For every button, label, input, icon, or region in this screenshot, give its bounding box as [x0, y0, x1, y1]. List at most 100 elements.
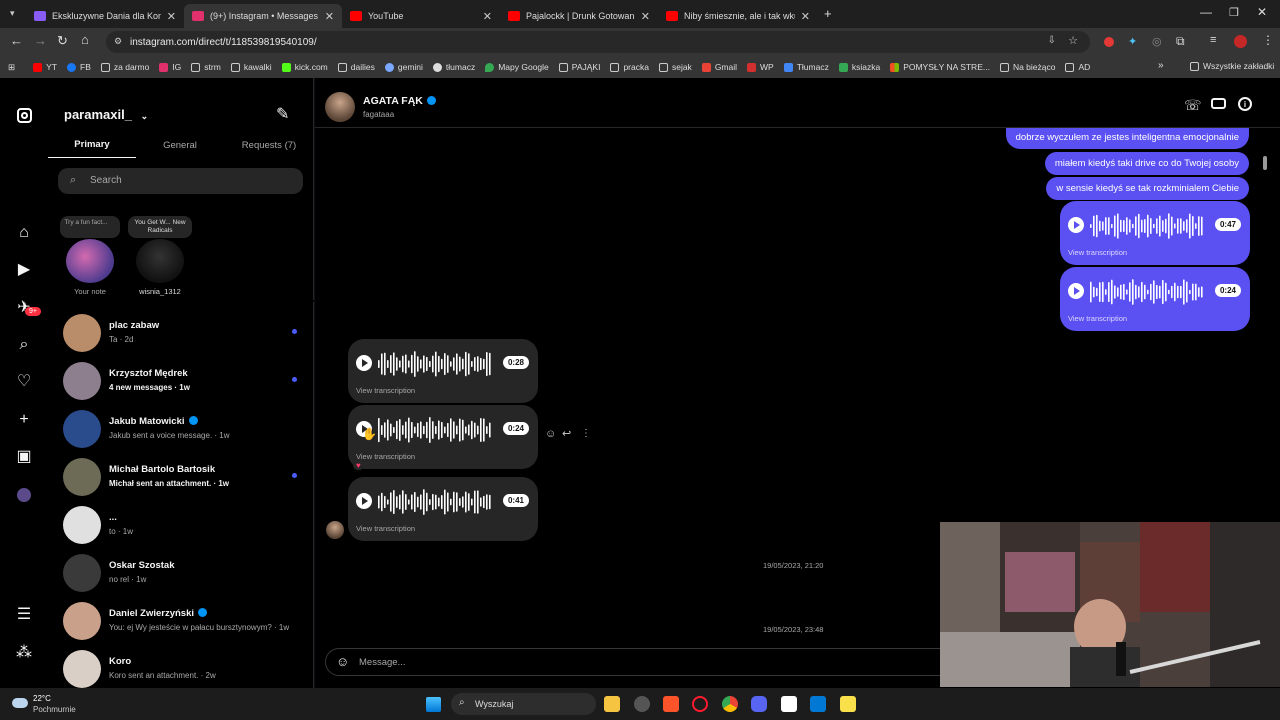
bookmark-item[interactable]: Na bieżąco [999, 62, 1055, 72]
instagram-logo-icon[interactable] [15, 107, 33, 125]
browser-tab-5[interactable]: Niby śmiesznie, ale i tak wkurza ✕ [658, 4, 818, 28]
extensions-puzzle-icon[interactable]: ⧉ [1176, 34, 1185, 49]
outgoing-message[interactable]: miałem kiedyś taki drive co do Twojej os… [1044, 152, 1249, 175]
weather-icon[interactable] [12, 698, 28, 708]
outgoing-message[interactable]: w sensie kiedyś se tak rozkminialem Cieb… [1046, 177, 1249, 200]
react-emoji-icon[interactable]: ☺ [545, 428, 556, 440]
taskbar-search[interactable]: ⌕ Wyszukaj [451, 693, 596, 715]
video-call-icon[interactable] [1211, 98, 1226, 109]
back-icon[interactable]: ← [10, 33, 23, 48]
close-tab-icon[interactable]: ✕ [641, 10, 650, 23]
address-bar[interactable]: ⚙ instagram.com/direct/t/118539819540109… [106, 31, 1090, 53]
notifications-heart-icon[interactable]: ♡ [15, 373, 33, 391]
message-input[interactable]: Message... [359, 657, 405, 668]
all-bookmarks[interactable]: Wszystkie zakładki [1190, 61, 1274, 71]
record-extension-icon[interactable] [1104, 37, 1114, 47]
conversation-item[interactable]: ... to · 1w [63, 506, 313, 550]
heart-reaction[interactable]: ♥ [353, 461, 364, 470]
extension-icon[interactable]: ◎ [1152, 35, 1162, 48]
browser-tab-1[interactable]: Ekskluzywne Dania dla Koneserów ✕ [26, 4, 184, 28]
site-info-icon[interactable]: ⚙ [114, 36, 122, 47]
create-icon[interactable]: + [15, 411, 33, 429]
home-icon[interactable]: ⌂ [15, 224, 33, 242]
bookmark-item[interactable]: kawalki [230, 62, 272, 72]
outgoing-voice-message[interactable]: 0:24 View transcription [1060, 267, 1250, 331]
bookmark-item[interactable]: IG [159, 62, 181, 72]
bookmark-item[interactable]: tłumacz [432, 62, 475, 72]
bookmark-item[interactable]: gemini [384, 62, 423, 72]
close-tab-icon[interactable]: ✕ [325, 10, 334, 23]
browser-tab-2[interactable]: (9+) Instagram • Messages ✕ [184, 4, 342, 28]
bookmark-item[interactable]: Tłumacz [783, 62, 829, 72]
sticky-notes-icon[interactable] [840, 696, 856, 712]
conversation-item[interactable]: plac zabaw Ta · 2d [63, 314, 313, 358]
more-menu-icon[interactable]: ☰ [15, 606, 33, 624]
friend-note[interactable]: You Get W... New Radicals wisnia_1312 [128, 216, 192, 298]
discord-icon[interactable] [751, 696, 767, 712]
view-transcription-link[interactable]: View transcription [356, 386, 415, 395]
view-transcription-link[interactable]: View transcription [1068, 248, 1127, 257]
browser-menu-icon[interactable]: ⋮ [1262, 33, 1274, 47]
sender-avatar[interactable] [326, 521, 344, 539]
brave-icon[interactable] [663, 696, 679, 712]
apps-icon[interactable]: ⊞ [8, 62, 15, 73]
reading-list-icon[interactable]: ≡ [1210, 34, 1216, 46]
more-options-icon[interactable]: ⋮ [581, 428, 591, 439]
search-input[interactable]: ⌕ Search [58, 168, 303, 194]
home-icon[interactable]: ⌂ [81, 32, 89, 47]
bookmark-item[interactable]: kick.com [281, 62, 328, 72]
dashboard-icon[interactable]: ▣ [15, 448, 33, 466]
bookmark-item[interactable]: AD [1065, 62, 1090, 72]
reload-icon[interactable]: ↻ [57, 33, 68, 49]
close-tab-icon[interactable]: ✕ [801, 10, 810, 23]
emoji-icon[interactable]: ☺ [336, 654, 349, 669]
bookmark-item[interactable]: YT [33, 62, 57, 72]
bookmark-item[interactable]: WP [747, 62, 774, 72]
tab-search-icon[interactable]: ▾ [10, 8, 15, 19]
conversation-item[interactable]: Oskar Szostak no rel · 1w [63, 554, 313, 598]
contact-avatar[interactable] [325, 92, 355, 122]
bookmark-item[interactable]: ksiazka [838, 62, 880, 72]
bookmark-item[interactable]: dailies [337, 62, 375, 72]
new-tab-icon[interactable]: + [824, 6, 832, 21]
bookmark-item[interactable]: FB [67, 62, 91, 72]
app-icon[interactable] [634, 696, 650, 712]
view-transcription-link[interactable]: View transcription [356, 452, 415, 461]
your-note[interactable]: Try a fun fact... Your note [60, 216, 122, 298]
incoming-voice-message[interactable]: 0:41 View transcription [348, 477, 538, 541]
opera-icon[interactable] [692, 696, 708, 712]
browser-tab-3[interactable]: YouTube ✕ [342, 4, 500, 28]
bookmark-item[interactable]: PAJĄKI [558, 62, 600, 72]
audio-call-icon[interactable]: ☏ [1184, 97, 1202, 114]
conversation-info-icon[interactable]: i [1238, 97, 1252, 111]
bookmark-item[interactable]: pracka [610, 62, 649, 72]
reply-icon[interactable]: ↩ [562, 427, 571, 440]
extension-icon[interactable]: ✦ [1128, 35, 1137, 48]
contact-name-row[interactable]: AGATA FĄK [363, 95, 436, 107]
maximize-icon[interactable]: ❐ [1229, 6, 1239, 19]
conversation-item[interactable]: Jakub Matowicki Jakub sent a voice messa… [63, 410, 313, 454]
close-tab-icon[interactable]: ✕ [483, 10, 492, 23]
vscode-icon[interactable] [810, 696, 826, 712]
minimize-icon[interactable]: — [1200, 5, 1212, 19]
conversation-item[interactable]: Krzysztof Mędrek 4 new messages · 1w [63, 362, 313, 406]
conversation-item[interactable]: Michał Bartolo Bartosik Michał sent an a… [63, 458, 313, 502]
close-tab-icon[interactable]: ✕ [167, 10, 176, 23]
file-explorer-icon[interactable] [604, 696, 620, 712]
browser-tab-4[interactable]: Pajalockk | Drunk Gotowanie z A ✕ [500, 4, 658, 28]
play-icon[interactable] [356, 493, 372, 509]
bookmark-item[interactable]: za darmo [100, 62, 149, 72]
also-from-meta-icon[interactable]: ⁂ [15, 644, 33, 662]
account-switcher[interactable]: paramaxil_ ⌄ [64, 107, 148, 122]
outgoing-message[interactable]: dobrze wyczułem ze jestes inteligentna e… [1005, 128, 1249, 149]
new-message-icon[interactable]: ✎ [276, 104, 289, 124]
capcut-icon[interactable] [781, 696, 797, 712]
bookmark-star-icon[interactable]: ☆ [1068, 34, 1078, 47]
bookmark-item[interactable]: Mapy Google [485, 62, 549, 72]
search-icon[interactable]: ⌕ [15, 336, 33, 354]
reels-icon[interactable]: ▶ [15, 261, 33, 279]
windows-start-icon[interactable] [426, 697, 441, 712]
bookmark-item[interactable]: strm [191, 62, 221, 72]
tab-primary[interactable]: Primary [48, 134, 136, 158]
bookmark-item[interactable]: POMYSŁY NA STRE... [890, 62, 990, 72]
